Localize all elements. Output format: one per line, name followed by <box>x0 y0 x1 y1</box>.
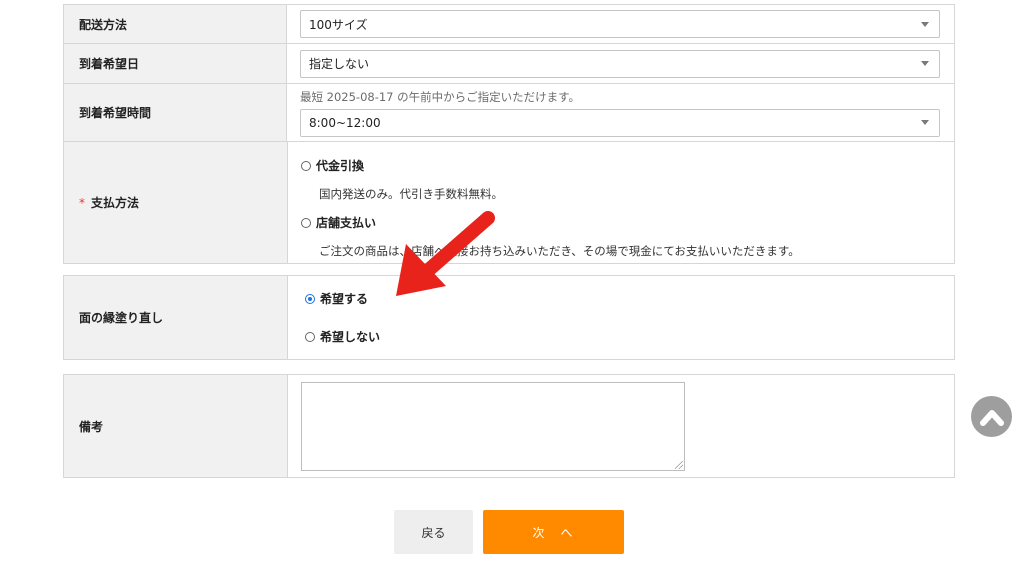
shipping-payment-table: 配送方法 100サイズ 到着希望日 指定しない 到着希望時間 最短 2025-0… <box>63 4 955 264</box>
red-arrow-icon <box>396 211 495 296</box>
remarks-label: 備考 <box>64 375 288 477</box>
delivery-time-note: 最短 2025-08-17 の午前中からご指定いただけます。 <box>300 89 580 104</box>
chevron-up-icon <box>979 409 1004 426</box>
delivery-time-label: 到着希望時間 <box>64 84 287 141</box>
radio-icon[interactable] <box>301 160 311 171</box>
required-mark: * <box>79 195 85 210</box>
payment-method-row: * 支払方法 代金引換 国内発送のみ。代引き手数料無料。 店舗支払い ご注文の商… <box>64 142 954 263</box>
delivery-date-label: 到着希望日 <box>64 44 287 83</box>
delivery-date-value: 指定しない <box>309 57 370 71</box>
remarks-table: 備考 <box>63 374 955 478</box>
chevron-down-icon <box>921 120 929 125</box>
scroll-top-button[interactable] <box>971 396 1012 437</box>
shipping-method-label: 配送方法 <box>64 5 287 43</box>
radio-checked-icon[interactable] <box>305 293 315 304</box>
payment-option-cod[interactable]: 代金引換 <box>301 157 940 174</box>
remarks-textarea[interactable] <box>301 381 685 471</box>
payment-option-store-label: 店舗支払い <box>316 216 377 230</box>
shipping-method-select[interactable]: 100サイズ <box>300 10 940 38</box>
delivery-time-select[interactable]: 8:00~12:00 <box>300 108 940 137</box>
edge-repaint-option-no[interactable]: 希望しない <box>305 328 940 345</box>
payment-option-cod-description: 国内発送のみ。代引き手数料無料。 <box>319 187 503 201</box>
edge-repaint-row: 面の縁塗り直し 希望する 希望しない <box>64 276 954 359</box>
remarks-row: 備考 <box>64 375 954 477</box>
edge-repaint-option-no-label: 希望しない <box>320 330 381 344</box>
shipping-method-value: 100サイズ <box>309 17 368 32</box>
payment-method-label-text: 支払方法 <box>91 196 140 210</box>
delivery-time-value: 8:00~12:00 <box>309 115 381 130</box>
payment-method-label: * 支払方法 <box>64 142 288 263</box>
radio-icon[interactable] <box>305 331 315 342</box>
edge-repaint-option-yes-label: 希望する <box>320 292 369 306</box>
shipping-method-row: 配送方法 100サイズ <box>64 5 954 44</box>
chevron-down-icon <box>921 21 929 27</box>
delivery-date-row: 到着希望日 指定しない <box>64 44 954 84</box>
radio-icon[interactable] <box>301 217 311 228</box>
back-button[interactable]: 戻る <box>394 510 473 554</box>
payment-option-cod-label: 代金引換 <box>316 159 365 173</box>
edge-repaint-table: 面の縁塗り直し 希望する 希望しない <box>63 275 955 360</box>
delivery-date-select[interactable]: 指定しない <box>300 49 940 78</box>
edge-repaint-label: 面の縁塗り直し <box>64 276 288 359</box>
resize-handle-icon[interactable] <box>675 460 683 469</box>
next-button[interactable]: 次 へ <box>483 510 624 554</box>
delivery-time-row: 到着希望時間 最短 2025-08-17 の午前中からご指定いただけます。 8:… <box>64 84 954 142</box>
chevron-down-icon <box>921 61 929 66</box>
